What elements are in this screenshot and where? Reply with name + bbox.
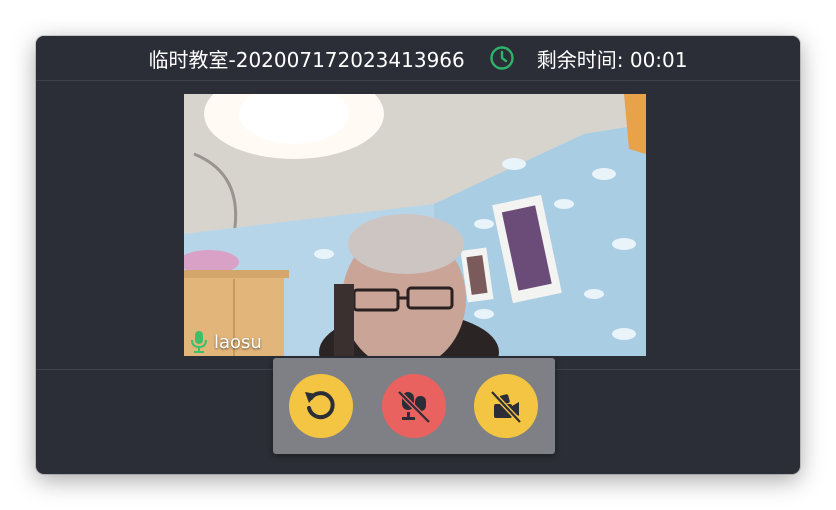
participant-video: laosu — [184, 94, 646, 356]
participant-name: laosu — [214, 331, 262, 353]
mic-active-icon — [191, 331, 207, 353]
mute-mic-button[interactable] — [382, 374, 446, 438]
room-title: 临时教室-202007172023413966 — [148, 47, 465, 72]
camera-off-button[interactable] — [474, 374, 538, 438]
clock-icon — [490, 46, 514, 70]
remaining-time: 剩余时间: 00:01 — [536, 47, 688, 72]
rotate-button[interactable] — [289, 374, 353, 438]
title-bar: 临时教室-202007172023413966 剩余时间: 00:01 — [36, 36, 800, 81]
participant-name-tag: laosu — [190, 330, 262, 354]
mic-off-icon — [397, 390, 431, 424]
control-panel — [273, 358, 555, 454]
camera-off-icon — [490, 390, 522, 424]
classroom-window: 临时教室-202007172023413966 剩余时间: 00:01 laos… — [36, 36, 800, 474]
rotate-icon — [305, 391, 335, 420]
video-frame-image — [184, 94, 646, 356]
